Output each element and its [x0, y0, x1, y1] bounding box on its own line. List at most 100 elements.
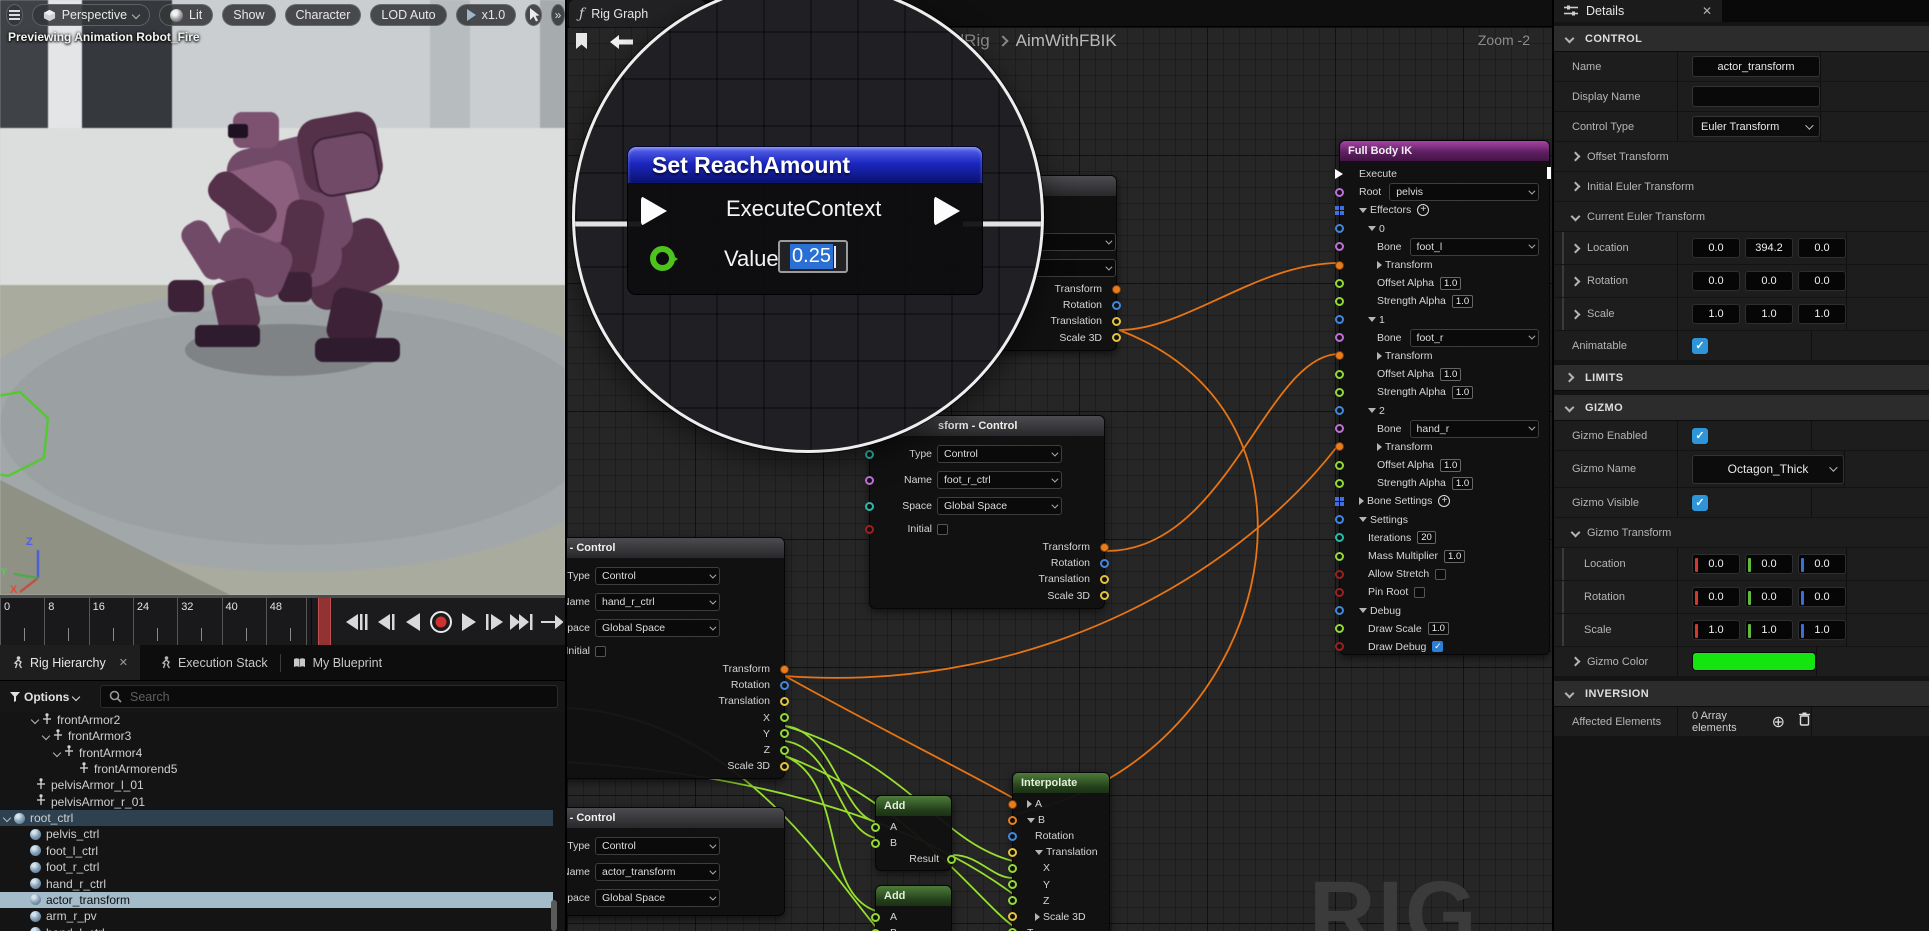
chevron-icon[interactable]: [1571, 243, 1581, 253]
character-button[interactable]: Character: [285, 4, 362, 26]
value-box[interactable]: 20: [1417, 531, 1436, 544]
hierarchy-scrollbar[interactable]: [551, 900, 557, 931]
number-field[interactable]: 0.0: [1745, 271, 1793, 291]
int-pin-icon[interactable]: [865, 502, 874, 511]
value-input[interactable]: 0.25: [778, 240, 848, 273]
chevron-icon[interactable]: [1571, 528, 1581, 538]
node-header[interactable]: sform - Control: [565, 808, 784, 828]
float-pin-icon[interactable]: [1335, 279, 1344, 288]
struct-pin-icon[interactable]: [1335, 515, 1344, 524]
node-header[interactable]: Add: [876, 796, 951, 816]
expander-icon[interactable]: [1377, 443, 1382, 451]
value-box[interactable]: 1.0: [1452, 477, 1473, 490]
transform-pin-icon[interactable]: [1100, 543, 1109, 552]
expander-icon[interactable]: [42, 732, 50, 740]
expander-icon[interactable]: [1035, 850, 1043, 855]
tab-my-blueprint[interactable]: My Blueprint: [281, 645, 394, 680]
number-field[interactable]: 0.0: [1798, 238, 1846, 258]
number-field[interactable]: 1.0: [1745, 620, 1793, 640]
vec-pin-icon[interactable]: [780, 762, 789, 771]
section-header-inversion[interactable]: INVERSION: [1554, 681, 1929, 707]
dropdown[interactable]: Octagon_Thick: [1692, 455, 1844, 484]
struct-pin-icon[interactable]: [1335, 406, 1344, 415]
dropdown[interactable]: Euler Transform: [1692, 116, 1820, 137]
float-pin-icon[interactable]: [1008, 880, 1017, 889]
float-pin-icon[interactable]: [1008, 864, 1017, 873]
float-pin-icon[interactable]: [1335, 297, 1344, 306]
transform-pin-icon[interactable]: [780, 665, 789, 674]
bone-dropdown[interactable]: foot_l: [1410, 238, 1539, 256]
number-field[interactable]: 0.0: [1692, 238, 1740, 258]
struct-pin-icon[interactable]: [780, 681, 789, 690]
number-field[interactable]: 1.0: [1692, 620, 1740, 640]
bone-dropdown[interactable]: hand_r: [1410, 420, 1539, 438]
node-header[interactable]: Set ReachAmount: [627, 146, 983, 184]
chevron-icon[interactable]: [1571, 309, 1581, 319]
section-header-limits[interactable]: LIMITS: [1554, 365, 1929, 391]
vec-pin-icon[interactable]: [1100, 575, 1109, 584]
tab-rig-hierarchy[interactable]: Rig Hierarchy ✕: [0, 645, 140, 680]
tree-item-frontArmor3[interactable]: frontArmor3: [0, 728, 553, 744]
checkbox[interactable]: [595, 646, 606, 657]
name-pin-icon[interactable]: [1335, 333, 1344, 342]
struct-pin-icon[interactable]: [1008, 832, 1017, 841]
vec-pin-icon[interactable]: [1008, 848, 1017, 857]
transform-pin-icon[interactable]: [1335, 442, 1344, 451]
float-pin-icon[interactable]: [1335, 479, 1344, 488]
value-box[interactable]: 1.0: [1440, 368, 1461, 381]
number-field[interactable]: 394.2: [1745, 238, 1793, 258]
interpolate-node[interactable]: InterpolateABRotationTranslationXYZScale…: [1012, 772, 1110, 931]
transform-pin-icon[interactable]: [1335, 261, 1344, 270]
tree-item-pelvis_ctrl[interactable]: pelvis_ctrl: [0, 826, 553, 842]
tree-item-foot_r_ctrl[interactable]: foot_r_ctrl: [0, 859, 553, 875]
perspective-button[interactable]: Perspective: [32, 4, 150, 26]
chevron-icon[interactable]: [1571, 212, 1581, 222]
vec-pin-icon[interactable]: [1008, 912, 1017, 921]
expander-icon[interactable]: [1359, 208, 1367, 213]
checkbox[interactable]: ✓: [1432, 641, 1443, 652]
expander-icon[interactable]: [1027, 800, 1032, 808]
float-pin-icon[interactable]: [1335, 388, 1344, 397]
color-swatch[interactable]: [1692, 652, 1816, 671]
float-pin-icon[interactable]: [947, 855, 956, 864]
float-pin-icon[interactable]: [871, 839, 880, 848]
viewport-menu-button[interactable]: [6, 4, 23, 26]
float-pin-icon[interactable]: [1335, 624, 1344, 633]
struct-pin-icon[interactable]: [1335, 315, 1344, 324]
transform-pin-icon[interactable]: [1008, 800, 1017, 809]
float-pin-icon[interactable]: [1008, 896, 1017, 905]
wire[interactable]: [1119, 263, 1339, 330]
number-field[interactable]: 1.0: [1745, 304, 1793, 324]
bool-pin-icon[interactable]: [865, 525, 874, 534]
lit-button[interactable]: Lit: [159, 4, 213, 26]
expander-icon[interactable]: [31, 716, 39, 724]
timeline-playhead[interactable]: [318, 598, 331, 645]
checkbox[interactable]: [1435, 569, 1446, 580]
tree-item-pelvisArmor_l_01[interactable]: pelvisArmor_l_01: [0, 777, 553, 793]
options-button[interactable]: Options: [0, 690, 89, 704]
struct-pin-icon[interactable]: [1112, 301, 1121, 310]
struct-pin-icon[interactable]: [1335, 224, 1344, 233]
checkbox[interactable]: ✓: [1692, 495, 1708, 511]
value-box[interactable]: 1.0: [1440, 459, 1461, 472]
wire[interactable]: [785, 676, 1013, 798]
expander-icon[interactable]: [1359, 497, 1364, 505]
wire[interactable]: [785, 741, 876, 838]
section-header-gizmo[interactable]: GIZMO: [1554, 395, 1929, 421]
transport-controls[interactable]: [338, 600, 563, 644]
expander-icon[interactable]: [1377, 261, 1382, 269]
vec-pin-icon[interactable]: [780, 697, 789, 706]
number-field[interactable]: 0.0: [1692, 271, 1740, 291]
struct-pin-icon[interactable]: [1335, 606, 1344, 615]
float-pin-icon[interactable]: [780, 746, 789, 755]
float-pin-icon[interactable]: [871, 913, 880, 922]
wire[interactable]: [785, 756, 876, 911]
lod-auto-button[interactable]: LOD Auto: [370, 4, 446, 26]
float-pin-icon[interactable]: [871, 823, 880, 832]
bone-dropdown[interactable]: foot_r: [1410, 329, 1539, 347]
checkbox[interactable]: ✓: [1692, 338, 1708, 354]
value-box[interactable]: 1.0: [1444, 550, 1465, 563]
checkbox[interactable]: [1414, 587, 1425, 598]
transform-pin-icon[interactable]: [1112, 285, 1121, 294]
tree-item-frontArmor2[interactable]: frontArmor2: [0, 712, 553, 728]
